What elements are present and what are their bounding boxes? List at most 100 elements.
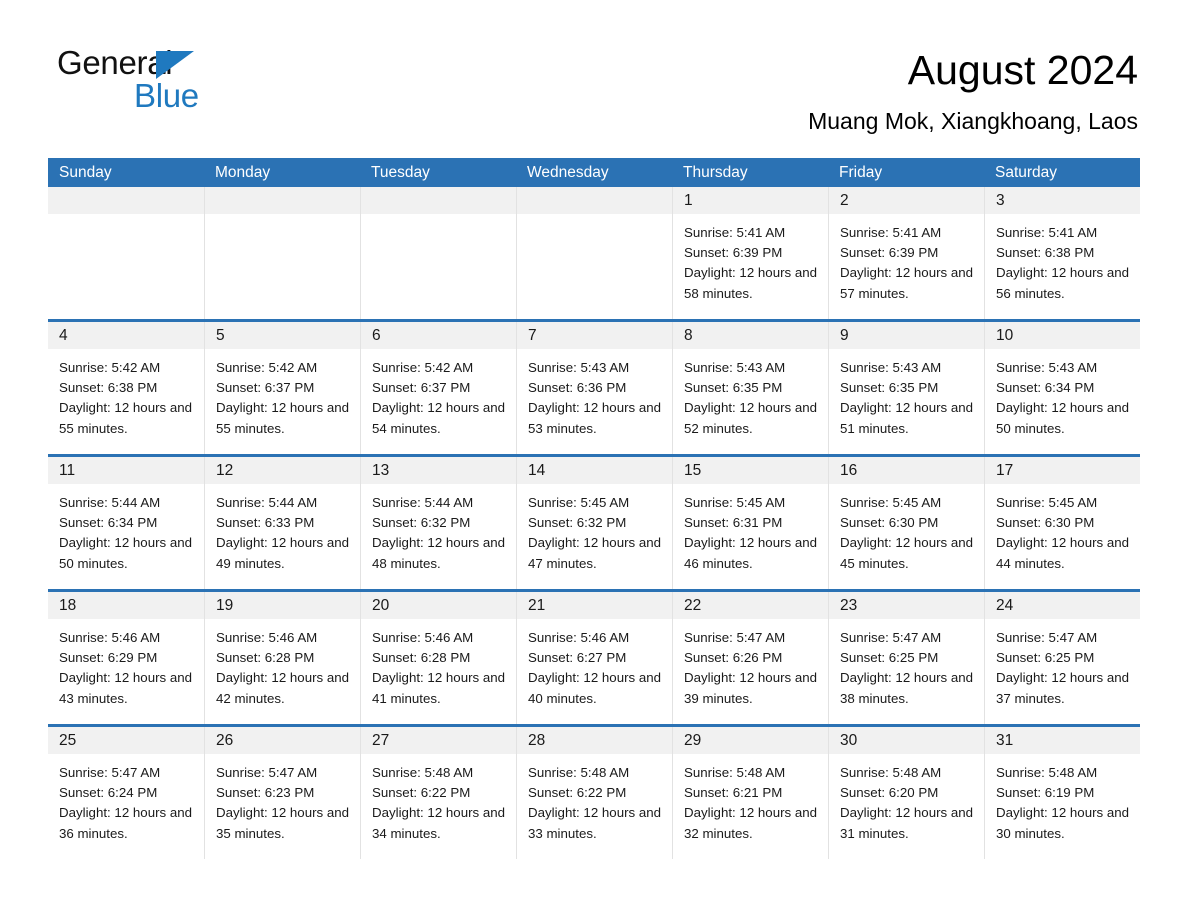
day-number: 31 xyxy=(985,727,1140,754)
calendar-day-cell[interactable]: 29 Sunrise: 5:48 AM Sunset: 6:21 PM Dayligh… xyxy=(672,727,828,859)
sunrise-text: Sunrise: 5:48 AM xyxy=(840,765,942,780)
calendar-day-cell[interactable]: 31 Sunrise: 5:48 AM Sunset: 6:19 PM Dayligh… xyxy=(984,727,1140,859)
sunset-text: Sunset: 6:37 PM xyxy=(372,380,471,396)
day-details: Sunrise: 5:43 AM Sunset: 6:34 PM Daylight:… xyxy=(985,349,1140,439)
day-details: Sunrise: 5:43 AM Sunset: 6:35 PM Daylight:… xyxy=(829,349,984,439)
sunrise-text: Sunrise: 5:48 AM xyxy=(684,765,786,780)
sunset-text: Sunset: 6:34 PM xyxy=(59,515,158,531)
sunset-text: Sunset: 6:23 PM xyxy=(216,785,315,801)
day-number: 8 xyxy=(673,322,828,349)
day-details: Sunrise: 5:46 AM Sunset: 6:28 PM Daylight:… xyxy=(205,619,360,709)
daylight-text: Daylight: 12 hours and 55 minutes. xyxy=(216,400,350,436)
calendar-week-row: 1 Sunrise: 5:41 AM Sunset: 6:39 PM Daylight… xyxy=(48,187,1140,319)
sunset-text: Sunset: 6:37 PM xyxy=(216,380,315,396)
column-header-thursday: Thursday xyxy=(683,164,748,181)
day-number: 3 xyxy=(985,187,1140,214)
day-number: 14 xyxy=(517,457,672,484)
calendar-day-cell[interactable]: 4 Sunrise: 5:42 AM Sunset: 6:38 PM Daylight… xyxy=(48,322,204,454)
sunset-text: Sunset: 6:35 PM xyxy=(840,380,939,396)
calendar-day-cell[interactable]: 26 Sunrise: 5:47 AM Sunset: 6:23 PM Dayligh… xyxy=(204,727,360,859)
day-number: 23 xyxy=(829,592,984,619)
sunrise-text: Sunrise: 5:41 AM xyxy=(684,225,786,240)
sunset-text: Sunset: 6:39 PM xyxy=(840,245,939,261)
calendar-day-cell[interactable]: 12 Sunrise: 5:44 AM Sunset: 6:33 PM Dayligh… xyxy=(204,457,360,589)
sunset-text: Sunset: 6:38 PM xyxy=(59,380,158,396)
title-block: August 2024 Muang Mok, Xiangkhoang, Laos xyxy=(207,44,1138,136)
calendar-day-cell[interactable]: 19 Sunrise: 5:46 AM Sunset: 6:28 PM Dayligh… xyxy=(204,592,360,724)
daylight-text: Daylight: 12 hours and 39 minutes. xyxy=(684,670,818,706)
calendar-day-cell[interactable]: 6 Sunrise: 5:42 AM Sunset: 6:37 PM Daylight… xyxy=(360,322,516,454)
day-details: Sunrise: 5:45 AM Sunset: 6:32 PM Daylight:… xyxy=(517,484,672,574)
calendar-day-cell[interactable]: 1 Sunrise: 5:41 AM Sunset: 6:39 PM Daylight… xyxy=(672,187,828,319)
day-number: 17 xyxy=(985,457,1140,484)
sunrise-text: Sunrise: 5:45 AM xyxy=(996,495,1098,510)
sunrise-text: Sunrise: 5:47 AM xyxy=(840,630,942,645)
sunrise-text: Sunrise: 5:46 AM xyxy=(59,630,161,645)
day-details: Sunrise: 5:45 AM Sunset: 6:30 PM Daylight:… xyxy=(829,484,984,574)
calendar-day-cell[interactable]: 8 Sunrise: 5:43 AM Sunset: 6:35 PM Daylight… xyxy=(672,322,828,454)
location-subtitle: Muang Mok, Xiangkhoang, Laos xyxy=(808,108,1138,134)
column-header-saturday: Saturday xyxy=(995,164,1058,181)
daylight-text: Daylight: 12 hours and 34 minutes. xyxy=(372,805,506,841)
calendar-day-cell[interactable]: 5 Sunrise: 5:42 AM Sunset: 6:37 PM Daylight… xyxy=(204,322,360,454)
calendar-day-cell[interactable]: 7 Sunrise: 5:43 AM Sunset: 6:36 PM Daylight… xyxy=(516,322,672,454)
day-details: Sunrise: 5:47 AM Sunset: 6:26 PM Daylight:… xyxy=(673,619,828,709)
sunset-text: Sunset: 6:31 PM xyxy=(684,515,783,531)
sunrise-text: Sunrise: 5:42 AM xyxy=(59,360,161,375)
calendar-day-cell[interactable]: 14 Sunrise: 5:45 AM Sunset: 6:32 PM Dayligh… xyxy=(516,457,672,589)
calendar-day-cell[interactable]: 27 Sunrise: 5:48 AM Sunset: 6:22 PM Dayligh… xyxy=(360,727,516,859)
calendar-day-cell[interactable]: 11 Sunrise: 5:44 AM Sunset: 6:34 PM Dayligh… xyxy=(48,457,204,589)
calendar-day-cell[interactable]: 22 Sunrise: 5:47 AM Sunset: 6:26 PM Dayligh… xyxy=(672,592,828,724)
sunrise-text: Sunrise: 5:46 AM xyxy=(528,630,630,645)
day-details: Sunrise: 5:45 AM Sunset: 6:31 PM Daylight:… xyxy=(673,484,828,574)
calendar-day-cell-empty xyxy=(360,187,516,319)
logo-triangle-icon xyxy=(156,51,194,79)
column-header-tuesday: Tuesday xyxy=(371,164,430,181)
page-header: General Blue August 2024 Muang Mok, Xian… xyxy=(0,0,1188,134)
sunrise-text: Sunrise: 5:42 AM xyxy=(216,360,318,375)
daylight-text: Daylight: 12 hours and 36 minutes. xyxy=(59,805,193,841)
sunrise-text: Sunrise: 5:42 AM xyxy=(372,360,474,375)
sunset-text: Sunset: 6:28 PM xyxy=(372,650,471,666)
sunrise-text: Sunrise: 5:43 AM xyxy=(684,360,786,375)
day-details: Sunrise: 5:48 AM Sunset: 6:22 PM Daylight:… xyxy=(361,754,516,844)
sunrise-text: Sunrise: 5:43 AM xyxy=(996,360,1098,375)
calendar-day-cell[interactable]: 9 Sunrise: 5:43 AM Sunset: 6:35 PM Daylight… xyxy=(828,322,984,454)
calendar-day-cell[interactable]: 24 Sunrise: 5:47 AM Sunset: 6:25 PM Dayligh… xyxy=(984,592,1140,724)
day-number: 29 xyxy=(673,727,828,754)
daylight-text: Daylight: 12 hours and 56 minutes. xyxy=(996,265,1130,301)
calendar-day-cell[interactable]: 13 Sunrise: 5:44 AM Sunset: 6:32 PM Dayligh… xyxy=(360,457,516,589)
calendar-day-cell[interactable]: 18 Sunrise: 5:46 AM Sunset: 6:29 PM Dayligh… xyxy=(48,592,204,724)
day-number: 4 xyxy=(48,322,204,349)
calendar-day-cell[interactable]: 23 Sunrise: 5:47 AM Sunset: 6:25 PM Dayligh… xyxy=(828,592,984,724)
calendar-day-cell[interactable]: 30 Sunrise: 5:48 AM Sunset: 6:20 PM Dayligh… xyxy=(828,727,984,859)
calendar-day-cell[interactable]: 10 Sunrise: 5:43 AM Sunset: 6:34 PM Dayligh… xyxy=(984,322,1140,454)
sunset-text: Sunset: 6:25 PM xyxy=(840,650,939,666)
calendar-day-cell[interactable]: 2 Sunrise: 5:41 AM Sunset: 6:39 PM Daylight… xyxy=(828,187,984,319)
calendar-day-cell[interactable]: 15 Sunrise: 5:45 AM Sunset: 6:31 PM Dayligh… xyxy=(672,457,828,589)
sunset-text: Sunset: 6:30 PM xyxy=(996,515,1095,531)
day-number: 12 xyxy=(205,457,360,484)
calendar-day-cell[interactable]: 3 Sunrise: 5:41 AM Sunset: 6:38 PM Daylight… xyxy=(984,187,1140,319)
daylight-text: Daylight: 12 hours and 40 minutes. xyxy=(528,670,662,706)
daylight-text: Daylight: 12 hours and 37 minutes. xyxy=(996,670,1130,706)
sunset-text: Sunset: 6:26 PM xyxy=(684,650,783,666)
daylight-text: Daylight: 12 hours and 43 minutes. xyxy=(59,670,193,706)
sunset-text: Sunset: 6:38 PM xyxy=(996,245,1095,261)
calendar-day-cell[interactable]: 17 Sunrise: 5:45 AM Sunset: 6:30 PM Dayligh… xyxy=(984,457,1140,589)
column-header-monday: Monday xyxy=(215,164,271,181)
day-number: 5 xyxy=(205,322,360,349)
day-details: Sunrise: 5:47 AM Sunset: 6:24 PM Daylight:… xyxy=(48,754,204,844)
calendar-day-cell[interactable]: 16 Sunrise: 5:45 AM Sunset: 6:30 PM Dayligh… xyxy=(828,457,984,589)
calendar-day-cell[interactable]: 21 Sunrise: 5:46 AM Sunset: 6:27 PM Dayligh… xyxy=(516,592,672,724)
day-number: 30 xyxy=(829,727,984,754)
calendar-day-cell[interactable]: 28 Sunrise: 5:48 AM Sunset: 6:22 PM Dayligh… xyxy=(516,727,672,859)
calendar-day-cell[interactable]: 25 Sunrise: 5:47 AM Sunset: 6:24 PM Dayligh… xyxy=(48,727,204,859)
calendar-day-cell[interactable]: 20 Sunrise: 5:46 AM Sunset: 6:28 PM Dayligh… xyxy=(360,592,516,724)
daylight-text: Daylight: 12 hours and 42 minutes. xyxy=(216,670,350,706)
sunset-text: Sunset: 6:30 PM xyxy=(840,515,939,531)
generalblue-logo[interactable]: General Blue xyxy=(57,44,207,118)
day-number: 19 xyxy=(205,592,360,619)
day-details: Sunrise: 5:41 AM Sunset: 6:38 PM Daylight:… xyxy=(985,214,1140,304)
day-details: Sunrise: 5:43 AM Sunset: 6:35 PM Daylight:… xyxy=(673,349,828,439)
